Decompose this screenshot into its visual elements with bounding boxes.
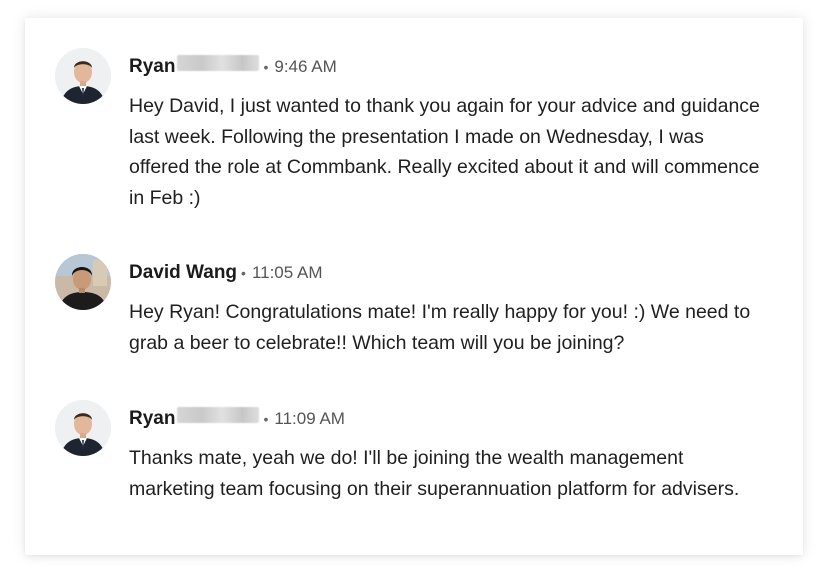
sender-name[interactable]: David Wang (129, 262, 237, 284)
message-timestamp: 11:09 AM (274, 409, 345, 428)
message-timestamp: 9:46 AM (274, 57, 337, 76)
sender-name[interactable]: Ryan (129, 56, 175, 78)
message-text: Thanks mate, yeah we do! I'll be joining… (129, 447, 740, 500)
message-thread: Ryan • 9:46 AM Hey David, I just wanted … (25, 18, 803, 555)
separator-dot: • (263, 59, 269, 75)
separator-dot: • (263, 411, 269, 427)
sender-name[interactable]: Ryan (129, 408, 175, 430)
message-header: David Wang • 11:05 AM (129, 261, 323, 285)
separator-dot: • (241, 265, 246, 281)
person-photo-avatar-icon (55, 48, 111, 104)
message-timestamp: 11:05 AM (251, 263, 323, 282)
person-photo-avatar-icon (55, 400, 111, 456)
message-text: Hey David, I just wanted to thank you ag… (129, 95, 760, 209)
person-photo-avatar-icon (55, 254, 111, 310)
message-header: Ryan • 9:46 AM (129, 55, 337, 79)
message-header: Ryan • 11:09 AM (129, 407, 345, 431)
sender-avatar-ryan[interactable] (55, 48, 111, 104)
message-text: Hey Ryan! Congratulations mate! I'm real… (129, 301, 751, 354)
sender-avatar-ryan[interactable] (55, 400, 111, 456)
redacted-surname (177, 407, 260, 423)
redacted-surname (177, 55, 260, 71)
sender-avatar-david[interactable] (55, 254, 111, 310)
